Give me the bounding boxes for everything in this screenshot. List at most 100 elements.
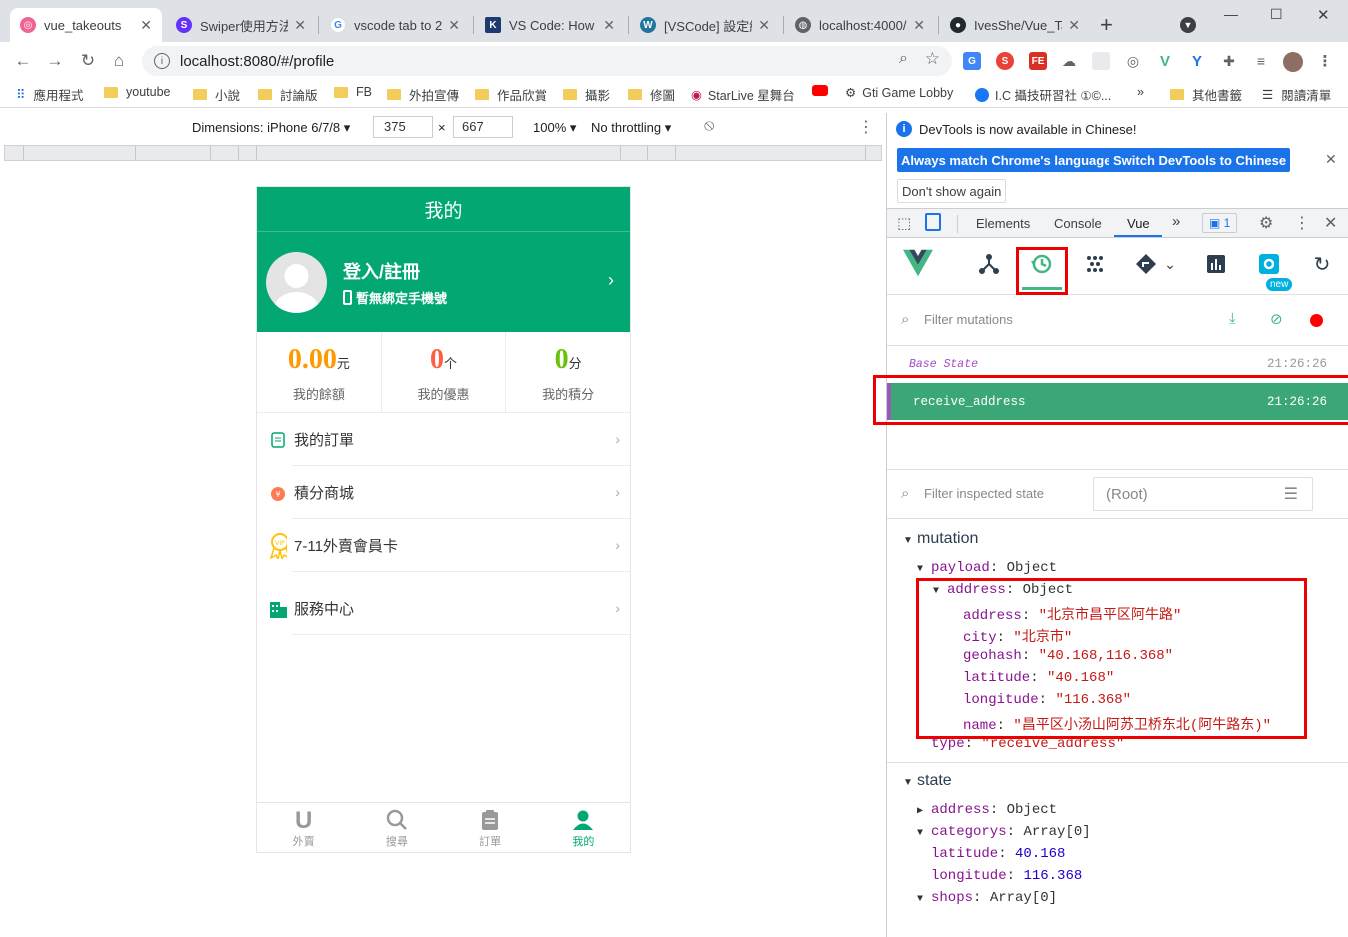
close-tab-icon[interactable]: ✕ xyxy=(448,17,460,34)
bookmark-outdoor[interactable]: 外拍宣傳 xyxy=(387,85,459,104)
close-tab-icon[interactable]: ✕ xyxy=(913,17,925,34)
stat-balance[interactable]: 0.00元 我的餘額 xyxy=(257,332,382,412)
devtools-menu-icon[interactable]: ⋮ xyxy=(1294,213,1310,233)
address-node[interactable]: ▼ address: Object xyxy=(933,582,1073,598)
menu-item-service-center[interactable]: 服務中心 › xyxy=(257,582,630,635)
vuex-history-icon[interactable] xyxy=(1027,249,1057,279)
device-toggle-icon[interactable] xyxy=(925,213,941,231)
reload-icon[interactable]: ↻ xyxy=(77,50,99,72)
close-window-button[interactable]: ✕ xyxy=(1317,6,1330,24)
payload-node[interactable]: ▼ payload: Object xyxy=(917,560,1057,576)
media-control-icon[interactable]: ≡ xyxy=(1252,52,1270,70)
commit-all-download-icon[interactable]: ⤓ xyxy=(1229,310,1236,327)
issues-badge[interactable]: ▣ 1 xyxy=(1202,213,1238,233)
tab-console[interactable]: Console xyxy=(1054,216,1102,231)
throttling-select[interactable]: No throttling ▾ xyxy=(591,120,671,136)
mutation-base-state[interactable]: Base State 21:26:26 xyxy=(887,346,1348,382)
bookmark-youtube-icon[interactable] xyxy=(812,85,828,96)
cloud-extension-icon[interactable]: ☁ xyxy=(1060,52,1078,70)
inspect-element-icon[interactable]: ⬚ xyxy=(897,214,911,232)
profile-login-card[interactable]: 登入/註冊 暫無綁定手機號 › xyxy=(257,232,630,332)
revert-all-icon[interactable]: ⊘ xyxy=(1270,310,1283,328)
device-width-input[interactable]: 375 xyxy=(373,116,433,138)
grid-extension-icon[interactable] xyxy=(1092,52,1110,70)
rotate-icon[interactable]: ⦸ xyxy=(704,117,714,135)
bookmark-other[interactable]: 其他書籤 xyxy=(1170,85,1242,104)
mutation-receive-address[interactable]: receive_address 21:26:26 xyxy=(887,383,1348,420)
filter-state-input[interactable]: Filter inspected state xyxy=(924,486,1044,501)
site-info-icon[interactable]: i xyxy=(154,53,170,69)
menu-item-points-mall[interactable]: ¥ 積分商城 › xyxy=(257,466,630,519)
refresh-icon[interactable]: ↻ xyxy=(1307,249,1337,279)
tab-elements[interactable]: Elements xyxy=(976,216,1030,231)
bookmark-reading-list[interactable]: ☰ 閱讀清單 xyxy=(1262,85,1331,104)
more-tabs-chevron-icon[interactable]: » xyxy=(1172,213,1180,230)
s-extension-icon[interactable]: S xyxy=(996,52,1014,70)
components-tree-icon[interactable] xyxy=(974,249,1004,279)
login-register-label[interactable]: 登入/註冊 xyxy=(343,258,420,284)
bookmark-works[interactable]: 作品欣賞 xyxy=(475,85,547,104)
address-bar[interactable]: i localhost:8080/#/profile ⌕ ☆ xyxy=(142,46,952,76)
back-arrow-icon[interactable]: ← xyxy=(12,50,34,72)
bookmark-retouch[interactable]: 修圖 xyxy=(628,85,675,104)
close-tab-icon[interactable]: ✕ xyxy=(603,17,615,34)
state-section-header[interactable]: ▼ state xyxy=(903,772,952,790)
nav-item-takeout[interactable]: U 外賣 xyxy=(257,803,350,852)
browser-tab-vue-takeouts[interactable]: ◎ vue_takeouts ✕ xyxy=(10,8,162,42)
bookmark-photo[interactable]: 攝影 xyxy=(563,85,610,104)
vue-settings-gear-icon[interactable] xyxy=(1254,249,1284,279)
profile-avatar-icon[interactable] xyxy=(1283,52,1303,72)
always-match-language-button[interactable]: Always match Chrome's language xyxy=(897,148,1116,172)
zoom-search-icon[interactable]: ⌕ xyxy=(899,50,908,68)
menu-item-my-orders[interactable]: 我的訂單 › xyxy=(257,413,630,466)
device-height-input[interactable]: 667 xyxy=(453,116,513,138)
chrome-menu-icon[interactable]: ⋮ xyxy=(1316,52,1334,70)
root-select[interactable]: (Root) ☰ xyxy=(1093,477,1313,511)
bookmarks-overflow[interactable]: » xyxy=(1137,85,1144,99)
device-more-icon[interactable]: ⋮ xyxy=(858,117,874,137)
dont-show-again-button[interactable]: Don't show again xyxy=(897,179,1007,203)
filter-mutations-input[interactable]: Filter mutations xyxy=(924,312,1013,327)
zoom-select[interactable]: 100% ▾ xyxy=(533,120,576,136)
browser-tab-vscode-google[interactable]: G vscode tab to 2 ✕ xyxy=(320,8,470,42)
close-tab-icon[interactable]: ✕ xyxy=(758,17,770,34)
stat-coupons[interactable]: 0个 我的優惠 xyxy=(382,332,507,412)
bookmark-gti[interactable]: ⚙ Gti Game Lobby xyxy=(845,85,953,101)
stat-points[interactable]: 0分 我的積分 xyxy=(506,332,630,412)
routing-dropdown-chevron-icon[interactable]: ⌄ xyxy=(1155,249,1185,279)
browser-tab-swiper[interactable]: S Swiper使用方法 ✕ xyxy=(166,8,316,42)
nav-item-search[interactable]: 搜尋 xyxy=(350,803,443,852)
circle-extension-icon[interactable]: ◎ xyxy=(1124,52,1142,70)
close-infobar-icon[interactable]: ✕ xyxy=(1325,151,1337,168)
close-tab-icon[interactable]: ✕ xyxy=(140,17,152,34)
performance-chart-icon[interactable] xyxy=(1201,249,1231,279)
fe-extension-icon[interactable]: FE xyxy=(1029,52,1047,70)
translate-extension-icon[interactable]: G xyxy=(963,52,981,70)
bookmark-forum[interactable]: 討論版 xyxy=(258,85,318,104)
bookmark-ic[interactable]: I.C 攝技研習社 ①©... xyxy=(975,85,1111,104)
state-categorys-node[interactable]: ▼ categorys: Array[0] xyxy=(917,824,1091,840)
bookmark-apps[interactable]: ⠿ 應用程式 xyxy=(16,85,84,104)
state-address-node[interactable]: ▶ address: Object xyxy=(917,802,1057,818)
nav-item-orders[interactable]: 訂單 xyxy=(444,803,537,852)
vue-devtools-extension-icon[interactable]: V xyxy=(1156,52,1174,70)
minimize-button[interactable]: — xyxy=(1224,6,1238,22)
browser-tab-vscode-how[interactable]: K VS Code: How T ✕ xyxy=(475,8,625,42)
tab-search-icon[interactable]: ▼ xyxy=(1180,17,1196,33)
bookmark-star-icon[interactable]: ☆ xyxy=(925,49,940,69)
switch-devtools-chinese-button[interactable]: Switch DevTools to Chinese xyxy=(1109,148,1291,172)
browser-tab-vscode-settings[interactable]: W [VSCode] 設定編 ✕ xyxy=(630,8,780,42)
mutation-section-header[interactable]: ▼ mutation xyxy=(903,530,978,548)
close-tab-icon[interactable]: ✕ xyxy=(1068,17,1080,34)
device-dimensions-select[interactable]: Dimensions: iPhone 6/7/8 ▾ xyxy=(192,120,350,136)
nav-item-profile[interactable]: 我的 xyxy=(537,803,630,852)
browser-tab-github[interactable]: ● IvesShe/Vue_Ta ✕ xyxy=(940,8,1090,42)
forward-arrow-icon[interactable]: → xyxy=(44,50,66,72)
close-devtools-icon[interactable]: ✕ xyxy=(1324,213,1337,233)
maximize-button[interactable]: ☐ xyxy=(1270,6,1283,23)
home-icon[interactable]: ⌂ xyxy=(108,50,130,72)
bookmark-fb[interactable]: FB xyxy=(334,85,372,99)
devtools-settings-gear-icon[interactable]: ⚙ xyxy=(1259,213,1273,233)
record-icon[interactable] xyxy=(1310,314,1323,327)
new-tab-button[interactable]: + xyxy=(1100,12,1113,38)
